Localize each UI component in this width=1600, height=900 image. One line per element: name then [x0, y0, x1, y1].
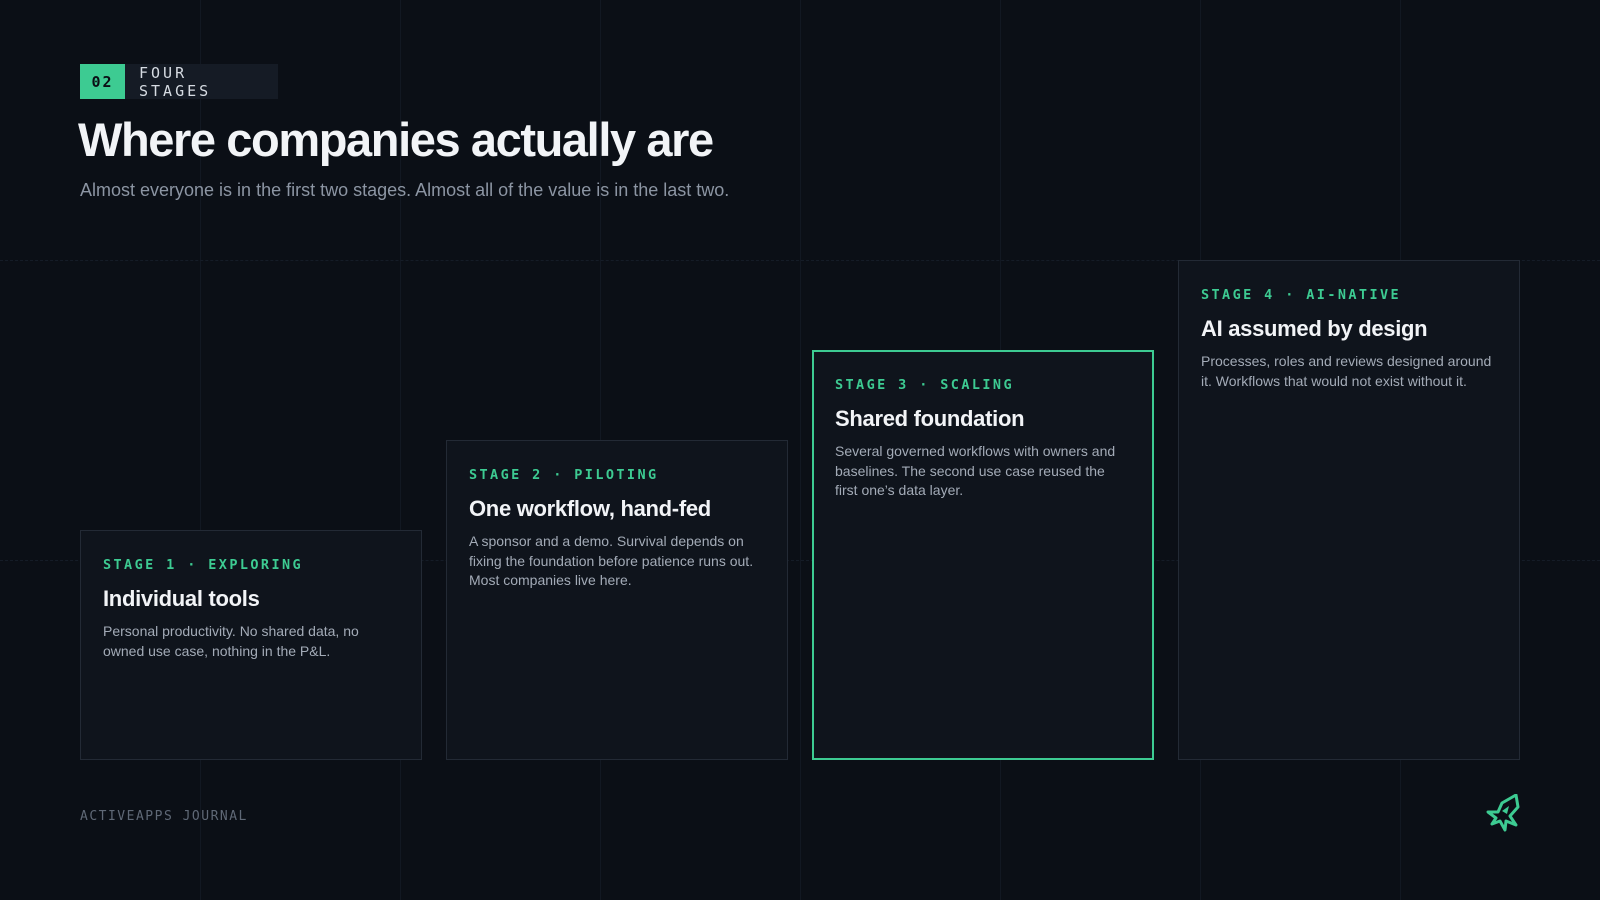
stage-heading: Individual tools: [103, 586, 260, 611]
stage-tag: STAGE 2 · PILOTING: [469, 467, 659, 483]
stage-card-2: STAGE 2 · PILOTING One workflow, hand-fe…: [446, 440, 788, 760]
stage-heading: AI assumed by design: [1201, 316, 1428, 341]
section-label: FOUR STAGES: [125, 64, 278, 100]
stage-description: A sponsor and a demo. Survival depends o…: [469, 533, 754, 588]
stage-tag: STAGE 3 · SCALING: [835, 377, 1014, 393]
section-number: 02: [80, 64, 125, 99]
page-subtitle: Almost everyone is in the first two stag…: [80, 180, 730, 200]
stage-description: Personal productivity. No shared data, n…: [103, 623, 359, 659]
stage-card-1: STAGE 1 · EXPLORING Individual tools Per…: [80, 530, 422, 760]
stage-tag: STAGE 4 · AI-NATIVE: [1201, 287, 1402, 303]
stage-heading: Shared foundation: [835, 406, 1025, 431]
stage-heading: One workflow, hand-fed: [469, 496, 711, 521]
stage-tag: STAGE 1 · EXPLORING: [103, 557, 304, 573]
stage-card-4: STAGE 4 · AI-NATIVE AI assumed by design…: [1178, 260, 1520, 760]
stage-description: Several governed workflows with owners a…: [835, 443, 1116, 498]
activeapps-logo-icon: [1486, 794, 1520, 832]
stage-description: Processes, roles and reviews designed ar…: [1201, 353, 1492, 389]
footer-brand: ACTIVEAPPS JOURNAL: [80, 809, 248, 824]
page-title: Where companies actually are: [78, 113, 714, 166]
section-eyebrow: 02 FOUR STAGES: [80, 64, 278, 100]
stage-card-3: STAGE 3 · SCALING Shared foundation Seve…: [812, 350, 1154, 760]
